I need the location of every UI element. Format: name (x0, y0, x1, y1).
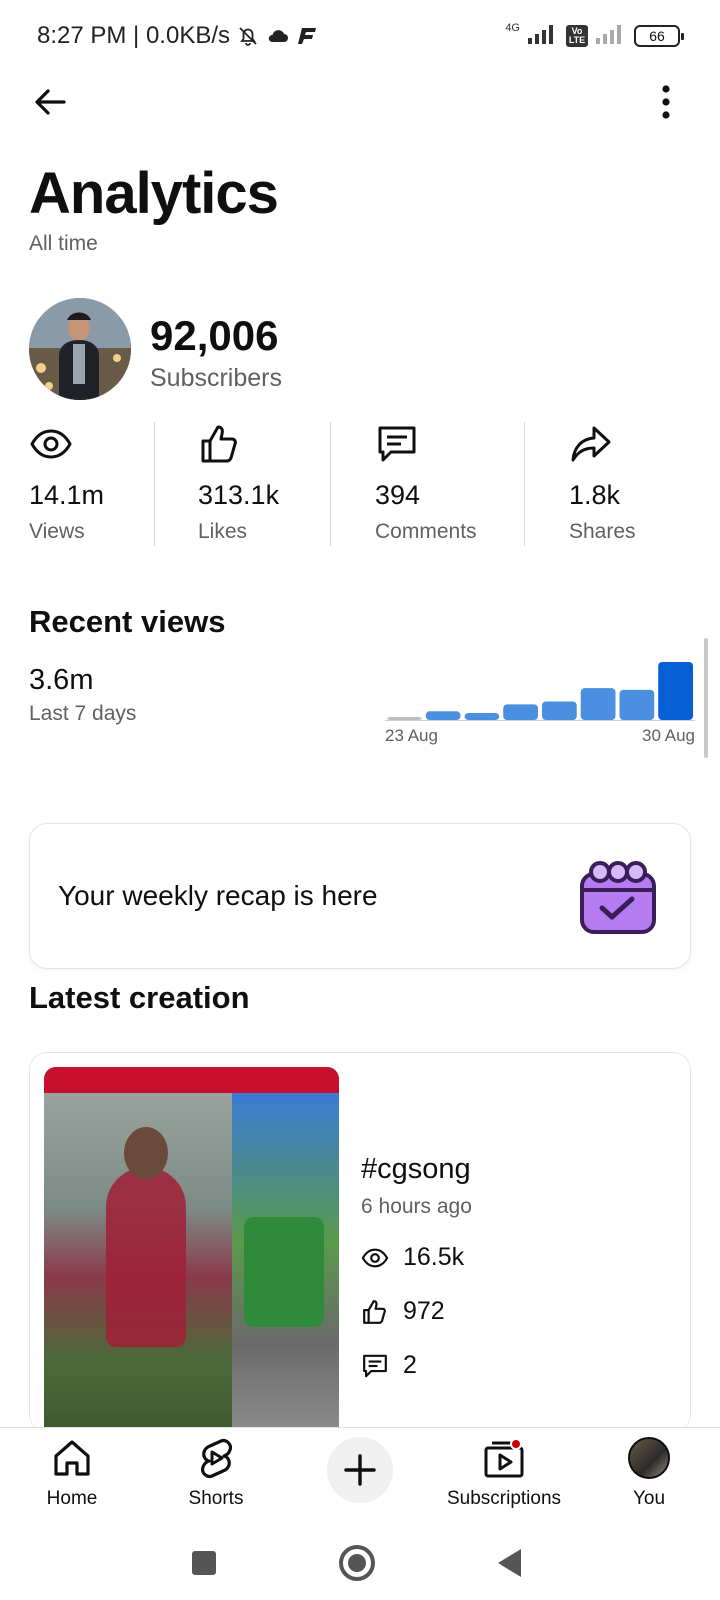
subscriptions-icon (482, 1436, 526, 1480)
stat-divider (330, 422, 331, 546)
nav-subscriptions[interactable]: Subscriptions (434, 1436, 574, 1522)
eye-icon (361, 1248, 389, 1267)
video-views: 16.5k (361, 1243, 464, 1272)
stat-value: 1.8k (569, 480, 621, 510)
chart-bar (464, 713, 500, 720)
stat-value: 313.1k (198, 480, 280, 510)
more-options-button[interactable] (644, 80, 688, 124)
video-likes-value: 972 (403, 1297, 445, 1325)
cloud-icon (266, 26, 290, 46)
eye-icon (29, 422, 73, 466)
create-button[interactable] (327, 1437, 393, 1503)
nav-shorts-label: Shorts (188, 1488, 244, 1509)
home-icon (50, 1436, 94, 1480)
page-subtitle: All time (29, 232, 98, 255)
system-navigation-bar (0, 1525, 720, 1600)
chart-tick-label: 30 Aug (642, 726, 695, 745)
stat-value: 14.1m (29, 480, 105, 510)
chart-bar (658, 662, 693, 720)
home-system-button[interactable] (335, 1541, 379, 1585)
chart-bar (580, 688, 616, 720)
video-comments-value: 2 (403, 1351, 417, 1379)
plus-icon (344, 1454, 376, 1486)
status-right: 4G Vo LTE 66 (505, 21, 684, 49)
comment-icon (375, 422, 419, 466)
recent-views-period: Last 7 days (29, 702, 137, 725)
nav-shorts[interactable]: Shorts (146, 1436, 286, 1522)
signal-icon (528, 22, 558, 49)
avatar-person-icon (29, 298, 131, 400)
triangle-back-icon (498, 1549, 521, 1577)
stat-divider (524, 422, 525, 546)
recent-views-title: Recent views (29, 604, 226, 639)
recent-views-chart[interactable]: 23 Aug 30 Aug (380, 650, 700, 750)
app-f-icon (296, 26, 318, 46)
video-views-value: 16.5k (403, 1243, 465, 1271)
thumbs-up-icon (198, 422, 242, 466)
shorts-icon (194, 1436, 238, 1480)
thumbnail-figure (106, 1167, 186, 1347)
thumbnail-head (124, 1127, 168, 1179)
chart-bar (503, 704, 538, 720)
video-likes: 972 (361, 1297, 445, 1326)
circle-home-icon (339, 1545, 375, 1581)
subscriber-count: 92,006 (150, 312, 279, 359)
status-time-speed: 8:27 PM | 0.0KB/s (37, 22, 230, 49)
stat-label: Comments (375, 520, 477, 543)
video-time: 6 hours ago (361, 1195, 472, 1218)
signal-weak-icon (596, 22, 626, 49)
scrollbar[interactable] (704, 638, 708, 758)
more-vert-icon (662, 85, 670, 119)
weekly-recap-card[interactable]: Your weekly recap is here (29, 823, 691, 969)
nav-you[interactable]: You (579, 1436, 719, 1522)
bell-off-icon (236, 24, 260, 48)
arrow-left-icon (35, 89, 66, 115)
recap-text: Your weekly recap is here (58, 880, 378, 911)
share-icon (569, 422, 613, 466)
square-icon (192, 1551, 216, 1575)
video-title[interactable]: #cgsong (361, 1153, 471, 1186)
nav-you-label: You (632, 1488, 666, 1509)
you-avatar-icon (627, 1436, 671, 1480)
nav-home[interactable]: Home (2, 1436, 142, 1522)
thumbnail-monster (244, 1217, 324, 1327)
latest-creation-card[interactable]: #cgsong 6 hours ago 16.5k 972 2 (29, 1052, 691, 1432)
thumbnail-strip (44, 1067, 339, 1093)
video-thumbnail[interactable] (44, 1067, 339, 1427)
chart-bar (619, 689, 655, 720)
back-system-button[interactable] (488, 1541, 532, 1585)
user-avatar (628, 1437, 670, 1479)
chart-bar (387, 717, 422, 720)
stat-value: 394 (375, 480, 421, 510)
nav-subscriptions-label: Subscriptions (446, 1488, 562, 1509)
nav-home-label: Home (46, 1488, 98, 1509)
volte-badge: Vo LTE (566, 24, 588, 47)
status-bar: 8:27 PM | 0.0KB/s 4G Vo LTE 66 (0, 0, 720, 72)
bottom-navigation: Home Shorts Subscriptions You (0, 1427, 720, 1525)
chart-bar (542, 701, 577, 720)
video-comments: 2 (361, 1351, 417, 1380)
chart-bar (425, 711, 461, 720)
thumbs-up-icon (363, 1299, 386, 1324)
stat-label: Likes (198, 520, 248, 543)
latest-creation-title: Latest creation (29, 980, 250, 1015)
status-left: 8:27 PM | 0.0KB/s (37, 22, 318, 50)
calendar-check-icon (576, 854, 660, 938)
chart-tick-label: 23 Aug (385, 726, 438, 745)
stat-label: Shares (569, 520, 636, 543)
recents-button[interactable] (182, 1541, 226, 1585)
stat-label: Views (29, 520, 85, 543)
battery-indicator: 66 (634, 24, 684, 47)
recent-views-value: 3.6m (29, 664, 94, 696)
notification-dot (510, 1438, 522, 1450)
subscriber-label: Subscribers (150, 364, 282, 392)
page-title: Analytics (29, 161, 279, 226)
back-button[interactable] (28, 80, 72, 124)
channel-avatar[interactable] (29, 298, 131, 400)
network-type-label: 4G (505, 21, 520, 34)
stat-divider (154, 422, 155, 546)
comment-icon (363, 1354, 387, 1377)
